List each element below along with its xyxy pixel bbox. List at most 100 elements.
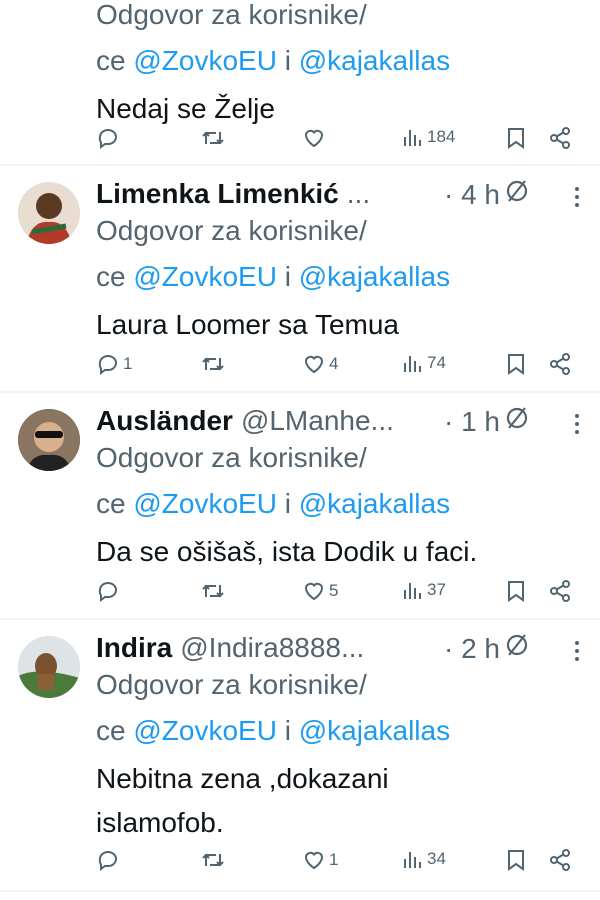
like-icon	[304, 582, 324, 601]
share-icon	[550, 849, 570, 871]
grok-icon	[506, 180, 528, 202]
more-icon	[575, 187, 579, 207]
reply-context: Odgovor za korisnike/	[96, 215, 367, 246]
bookmark-button[interactable]	[506, 352, 526, 376]
display-name[interactable]: Ausländer	[96, 405, 233, 437]
retweet-icon	[202, 131, 224, 145]
user-handle[interactable]: @LManhe...	[241, 405, 394, 437]
grok-button[interactable]	[504, 405, 530, 436]
views-icon	[404, 583, 421, 599]
bookmark-icon	[508, 581, 524, 602]
reply-icon	[98, 129, 117, 149]
more-icon	[575, 414, 579, 434]
retweet-icon	[202, 853, 224, 867]
grok-icon	[506, 407, 528, 429]
bookmark-button[interactable]	[506, 848, 526, 872]
bookmark-icon	[508, 128, 524, 149]
mention-link[interactable]: @kajakallas	[299, 261, 450, 292]
like-icon	[304, 355, 324, 374]
timestamp[interactable]: · 4 h	[444, 179, 500, 211]
like-icon	[304, 129, 324, 148]
more-button[interactable]	[574, 640, 580, 667]
tweet-actions: 5 37	[96, 579, 576, 609]
share-icon	[550, 127, 570, 149]
share-button[interactable]	[548, 848, 572, 872]
views-button[interactable]: 37	[402, 579, 446, 601]
mention-link[interactable]: @ZovkoEU	[133, 45, 277, 76]
mention-link[interactable]: @kajakallas	[299, 45, 450, 76]
retweet-icon	[202, 357, 224, 371]
reply-context-line2: ce @ZovkoEU i @kajakallas	[96, 45, 451, 76]
views-count: 37	[427, 580, 446, 599]
views-button[interactable]: 74	[402, 352, 446, 374]
tweet-3[interactable]: Indira @Indira8888... · 2 h Odgovor za k…	[0, 620, 600, 892]
retweet-button[interactable]	[200, 848, 229, 872]
share-icon	[550, 353, 570, 375]
bookmark-button[interactable]	[506, 579, 526, 603]
reply-context: Odgovor za korisnike/	[96, 442, 367, 473]
reply-button[interactable]	[96, 126, 123, 150]
like-count: 4	[329, 354, 339, 373]
bookmark-icon	[508, 850, 524, 871]
reply-context-line2: ce @ZovkoEU i @kajakallas	[96, 488, 451, 519]
more-button[interactable]	[574, 186, 580, 213]
reply-button[interactable]	[96, 579, 123, 603]
like-button[interactable]: 4	[302, 352, 338, 376]
retweet-button[interactable]	[200, 352, 229, 376]
display-name[interactable]: Indira	[96, 632, 172, 664]
more-icon	[575, 641, 579, 661]
tweet-1[interactable]: Limenka Limenkić ... · 4 h Odgovor za ko…	[0, 166, 600, 393]
user-handle[interactable]: ...	[347, 178, 370, 210]
views-count: 184	[427, 127, 456, 146]
retweet-button[interactable]	[200, 126, 229, 150]
share-button[interactable]	[548, 126, 572, 150]
views-icon	[404, 356, 421, 372]
reply-context: Odgovor za korisnike/	[96, 0, 367, 30]
bookmark-button[interactable]	[506, 126, 526, 150]
views-count: 74	[427, 353, 446, 372]
views-icon	[404, 130, 421, 146]
share-icon	[550, 580, 570, 602]
bookmark-icon	[508, 354, 524, 375]
avatar[interactable]	[18, 409, 80, 471]
share-button[interactable]	[548, 579, 572, 603]
views-icon	[404, 852, 421, 868]
views-button[interactable]: 34	[402, 848, 446, 870]
like-button[interactable]: 5	[302, 579, 338, 603]
grok-button[interactable]	[504, 178, 530, 209]
tweet-actions: 1 4 74	[96, 352, 576, 382]
reply-button[interactable]	[96, 848, 123, 872]
like-button[interactable]	[302, 126, 329, 150]
share-button[interactable]	[548, 352, 572, 376]
mention-link[interactable]: @ZovkoEU	[133, 488, 277, 519]
like-count: 5	[329, 581, 339, 600]
more-button[interactable]	[574, 413, 580, 440]
mention-link[interactable]: @kajakallas	[299, 715, 450, 746]
tweet-actions: 1 34	[96, 848, 576, 878]
user-handle[interactable]: @Indira8888...	[180, 632, 364, 664]
mention-link[interactable]: @ZovkoEU	[133, 261, 277, 292]
tweet-text: Laura Loomer sa Temua	[96, 309, 399, 340]
views-count: 34	[427, 849, 446, 868]
grok-icon	[506, 634, 528, 656]
mention-link[interactable]: @ZovkoEU	[133, 715, 277, 746]
grok-button[interactable]	[504, 632, 530, 663]
tweet-2[interactable]: Ausländer @LManhe... · 1 h Odgovor za ko…	[0, 393, 600, 620]
reply-context: Odgovor za korisnike/	[96, 669, 367, 700]
avatar[interactable]	[18, 182, 80, 244]
avatar[interactable]	[18, 636, 80, 698]
tweet-0[interactable]: Odgovor za korisnike/ ce @ZovkoEU i @kaj…	[0, 0, 600, 166]
timestamp[interactable]: · 1 h	[444, 406, 500, 438]
reply-icon	[98, 851, 117, 871]
reply-icon	[98, 582, 117, 602]
tweet-text-line2: islamofob.	[96, 807, 224, 838]
like-icon	[304, 851, 324, 870]
tweet-actions: 184	[96, 126, 576, 156]
views-button[interactable]: 184	[402, 126, 455, 148]
display-name[interactable]: Limenka Limenkić	[96, 178, 339, 210]
like-button[interactable]: 1	[302, 848, 338, 872]
timestamp[interactable]: · 2 h	[444, 633, 500, 665]
retweet-button[interactable]	[200, 579, 229, 603]
reply-button[interactable]: 1	[96, 352, 132, 376]
mention-link[interactable]: @kajakallas	[299, 488, 450, 519]
